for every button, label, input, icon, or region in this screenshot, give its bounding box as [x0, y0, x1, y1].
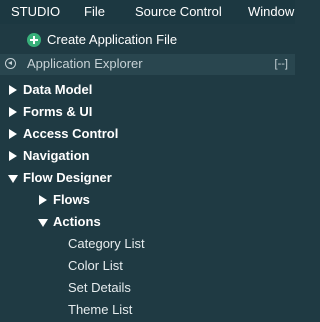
create-application-file-button[interactable]: Create Application File	[0, 28, 295, 52]
collapse-panel-icon[interactable]	[5, 58, 16, 69]
expand-arrow-icon[interactable]	[9, 151, 17, 161]
tree-item-label: Data Model	[23, 82, 93, 97]
expand-arrow-icon[interactable]	[39, 195, 47, 205]
tree-item-navigation[interactable]: Navigation	[0, 145, 295, 167]
tree-item-theme-list[interactable]: Theme List	[0, 299, 295, 321]
plus-circle-icon	[27, 33, 41, 47]
tree-item-label: Access Control	[23, 126, 119, 141]
tree-item-label: Color List	[68, 258, 123, 273]
menu-studio[interactable]: STUDIO	[11, 4, 60, 20]
application-explorer-title: Application Explorer	[27, 56, 143, 71]
menu-window[interactable]: Window	[248, 4, 294, 20]
expand-arrow-icon[interactable]	[9, 129, 17, 139]
tree-item-label: Navigation	[23, 148, 90, 163]
tree-item-label: Flow Designer	[23, 170, 112, 185]
tree-item-label: Category List	[68, 236, 145, 251]
tree-item-color-list[interactable]: Color List	[0, 255, 295, 277]
menu-file[interactable]: File	[84, 4, 105, 20]
tree-item-forms-ui[interactable]: Forms & UI	[0, 101, 295, 123]
collapse-arrow-icon[interactable]	[38, 219, 48, 227]
tree-item-data-model[interactable]: Data Model	[0, 79, 295, 101]
tree-item-category-list[interactable]: Category List	[0, 233, 295, 255]
expand-arrow-icon[interactable]	[9, 85, 17, 95]
tree-item-label: Theme List	[68, 302, 133, 317]
application-explorer-header: Application Explorer [--]	[0, 54, 295, 75]
tree-item-label: Actions	[53, 214, 101, 229]
tree-item-access-control[interactable]: Access Control	[0, 123, 295, 145]
tree-item-flows[interactable]: Flows	[0, 189, 295, 211]
menu-bar: STUDIO File Source Control Window	[0, 0, 295, 24]
menu-source-control[interactable]: Source Control	[135, 4, 222, 20]
explorer-options-button[interactable]: [--]	[275, 56, 288, 72]
tree-item-flow-designer[interactable]: Flow Designer	[0, 167, 295, 189]
tree-item-label: Forms & UI	[23, 104, 93, 119]
tree-item-actions[interactable]: Actions	[0, 211, 295, 233]
tree-item-set-details[interactable]: Set Details	[0, 277, 295, 299]
expand-arrow-icon[interactable]	[9, 107, 17, 117]
tree-item-label: Flows	[53, 192, 90, 207]
tree-item-label: Set Details	[68, 280, 131, 295]
collapse-arrow-icon[interactable]	[8, 175, 18, 183]
create-application-file-label: Create Application File	[47, 32, 178, 47]
